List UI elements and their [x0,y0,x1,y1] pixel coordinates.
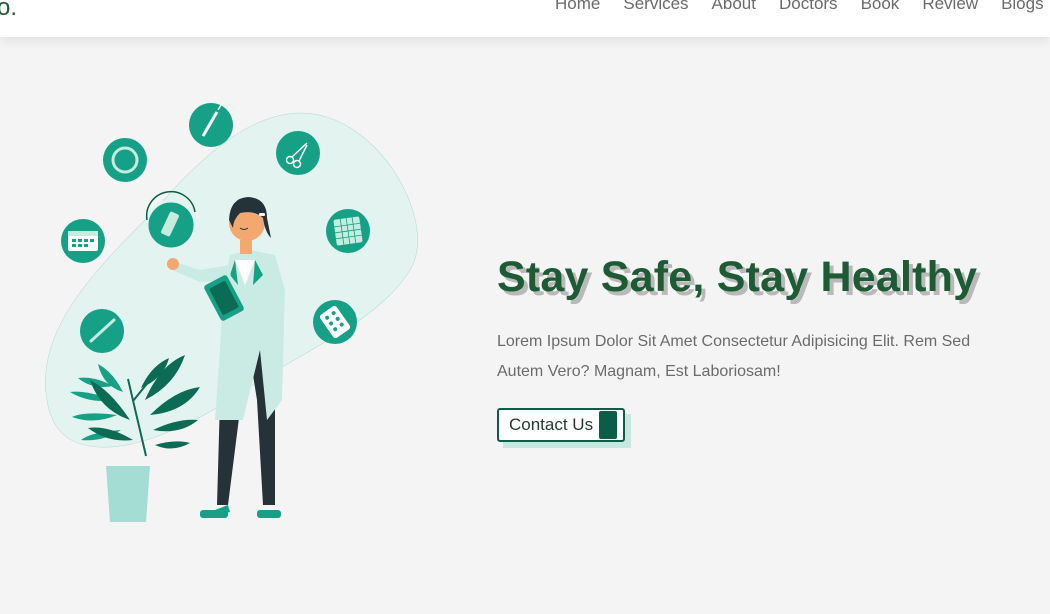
hero-content: Stay Safe, Stay Healthy Lorem Ipsum Dolo… [497,253,1017,448]
hero-description: Lorem Ipsum Dolor Sit Amet Consectetur A… [497,333,971,380]
hero-title: Stay Safe, Stay Healthy [497,253,978,301]
nav-link-services[interactable]: Services [623,0,688,14]
thermometer-icon [80,309,124,353]
contact-button-wrapper: Contact Us [497,408,631,448]
bandage-roll-icon [103,138,147,182]
hero-illustration [35,100,425,530]
nav-link-doctors[interactable]: Doctors [779,0,838,14]
calendar-icon [61,219,105,263]
syringe-icon [189,103,233,147]
pill-blister-icon [313,300,357,344]
pill-pack-icon [326,209,370,253]
contact-us-label: Contact Us [509,415,594,434]
doctor-illustration [45,103,418,522]
scissors-icon [276,131,320,175]
arrow-icon [599,411,617,439]
nav-link-review[interactable]: Review [922,0,978,14]
nav-link-about[interactable]: About [712,0,756,14]
nav-link-book[interactable]: Book [861,0,900,14]
nav-links: Home Services About Doctors Book Review … [555,0,1050,14]
nav-link-home[interactable]: Home [555,0,600,14]
contact-us-button[interactable]: Contact Us [497,408,625,442]
navbar: o. Home Services About Doctors Book Revi… [0,0,1050,37]
logo[interactable]: o. [0,0,17,22]
nav-link-blogs[interactable]: Blogs [1001,0,1044,14]
